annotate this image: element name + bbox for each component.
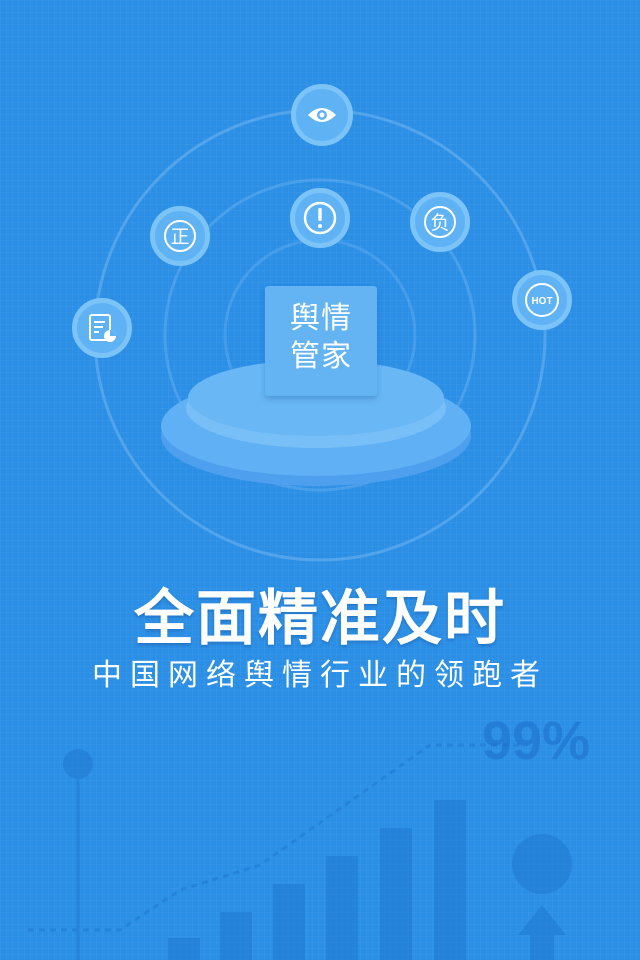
eye-badge [291, 84, 353, 146]
svg-text:HOT: HOT [531, 296, 552, 307]
logo-line-2: 管家 [290, 339, 352, 374]
report-icon [89, 314, 116, 342]
splash-screen: 正 负 HOT 舆情 管家 全面精准及时 中国网络舆情行业的领跑者 99% [0, 0, 640, 960]
headline: 全面精准及时 [134, 584, 506, 654]
alert-badge [290, 188, 350, 248]
negative-badge: 负 [410, 192, 470, 252]
hot-icon: HOT [525, 283, 559, 317]
negative-icon: 负 [424, 206, 456, 238]
alert-icon [303, 201, 337, 235]
logo-line-1: 舆情 [290, 301, 352, 336]
percent-decor: 99% [482, 711, 591, 771]
svg-text:负: 负 [430, 212, 449, 234]
hot-badge: HOT [512, 270, 572, 330]
positive-badge: 正 [150, 206, 210, 266]
app-logo: 舆情 管家 [265, 286, 377, 396]
report-badge [72, 298, 132, 358]
positive-icon: 正 [164, 220, 196, 252]
tagline: 中国网络舆情行业的领跑者 [92, 658, 548, 693]
eye-icon [308, 108, 336, 122]
decor-chart [28, 743, 572, 960]
svg-text:正: 正 [170, 226, 189, 248]
